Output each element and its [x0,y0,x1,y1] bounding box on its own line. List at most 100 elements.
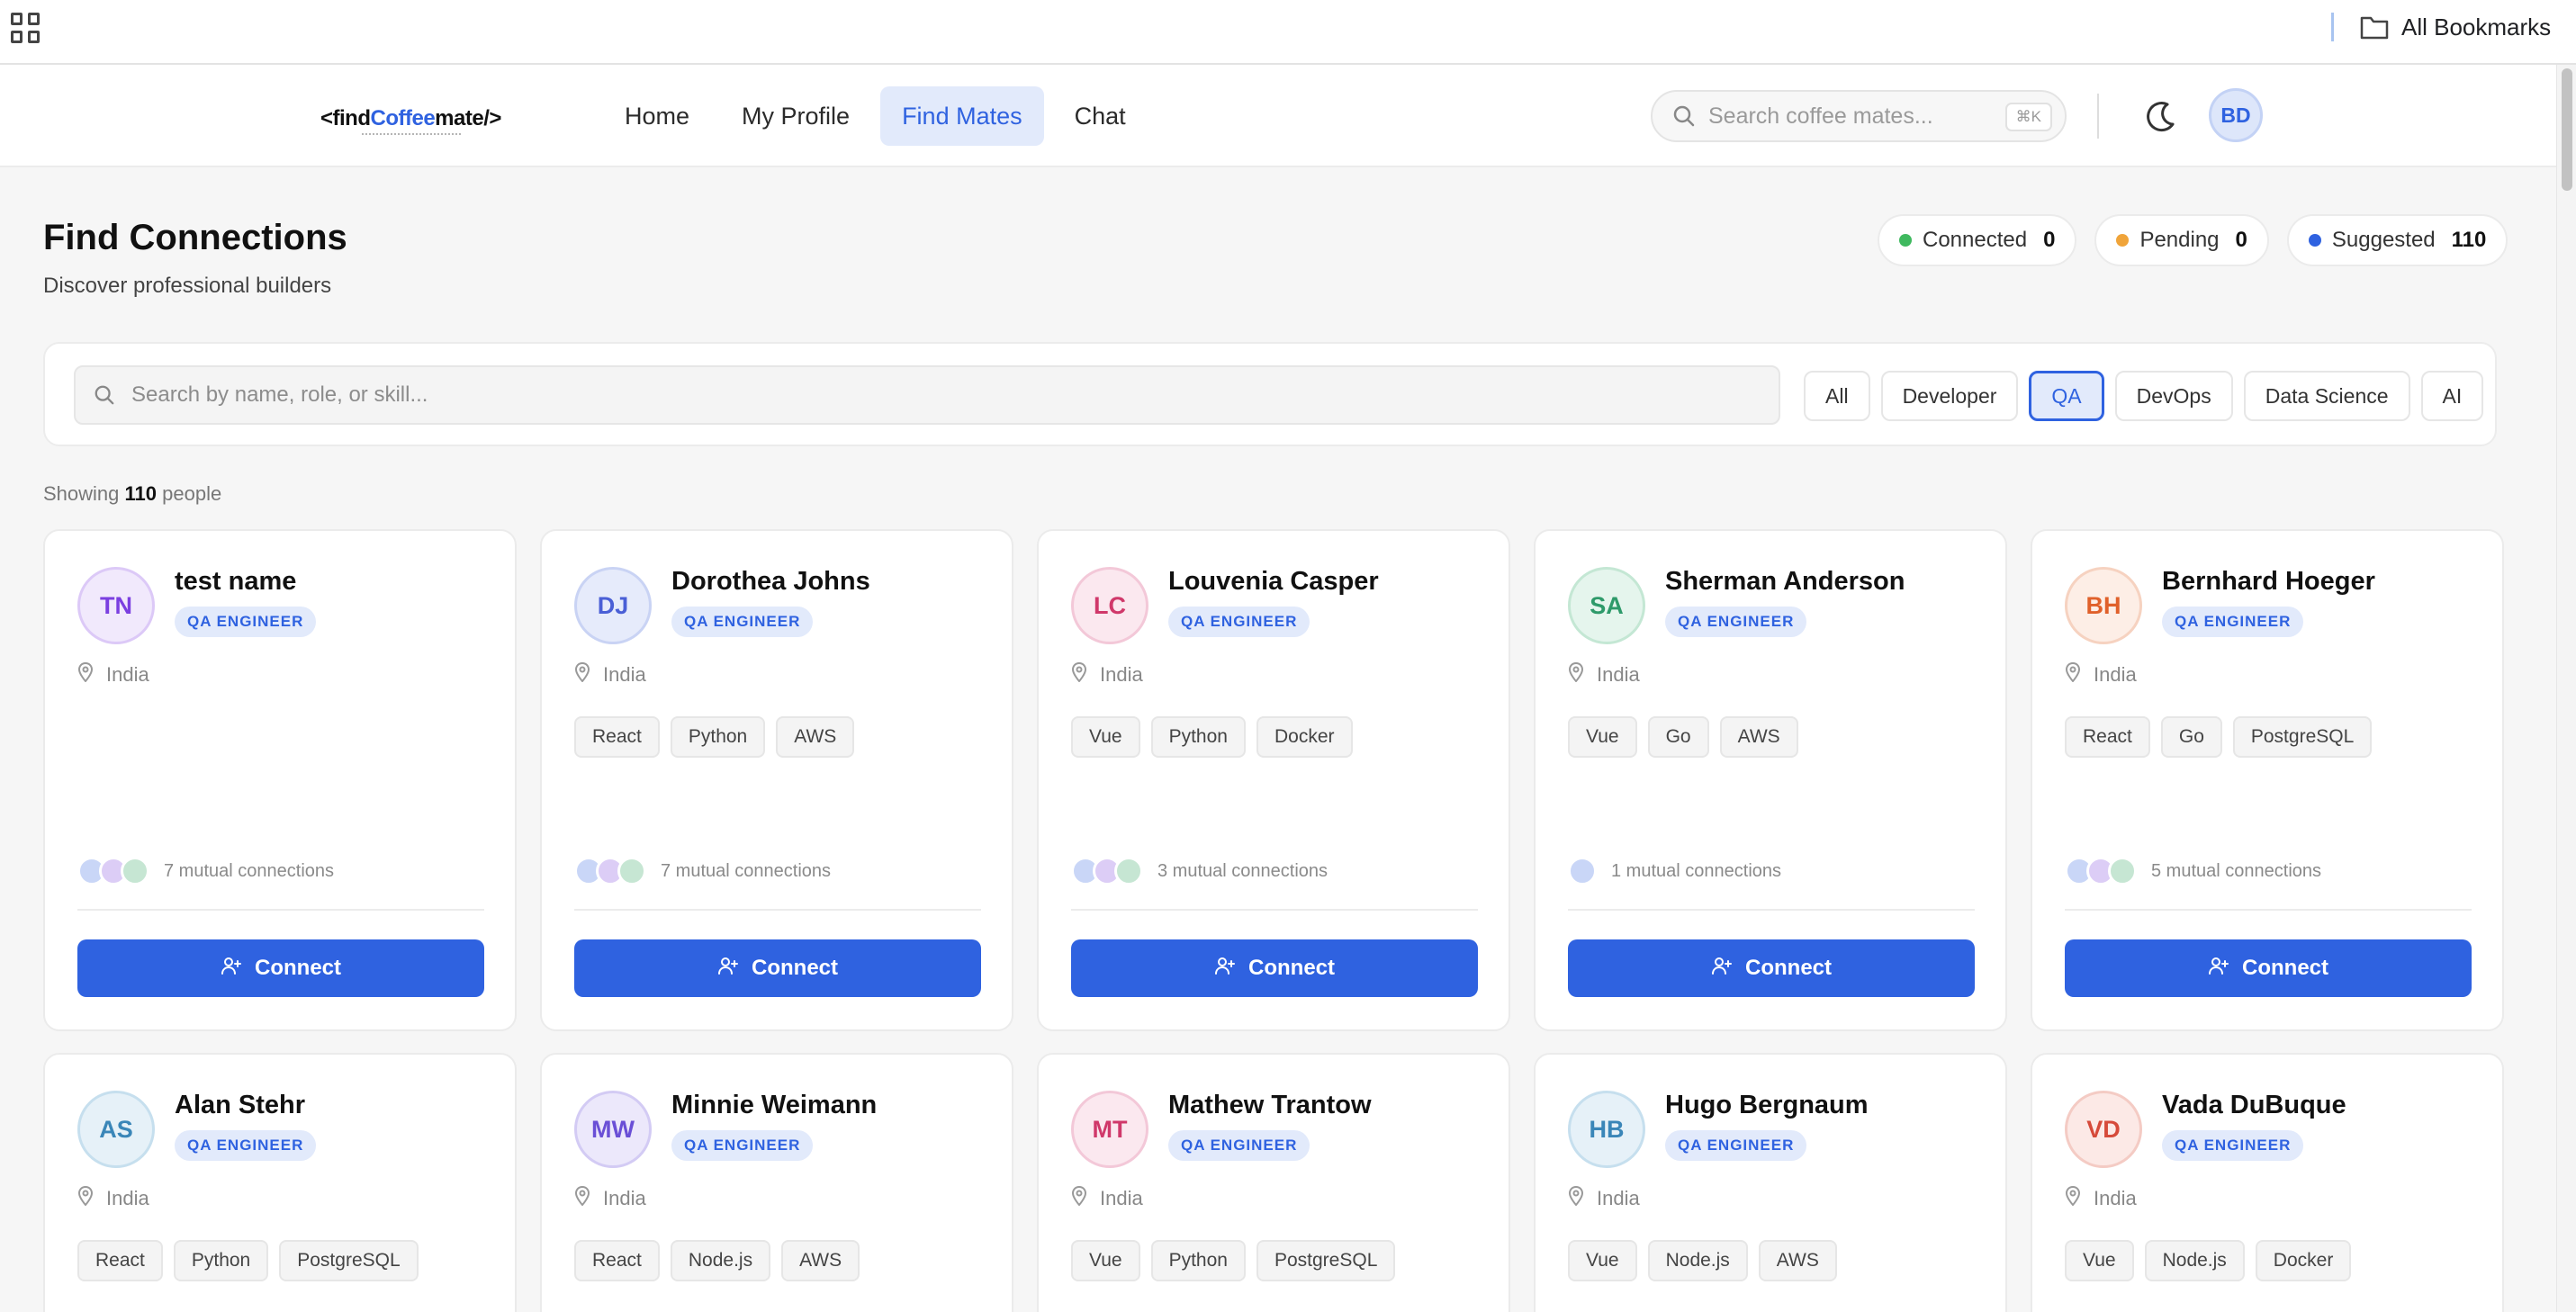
page-scrollbar[interactable] [2556,65,2576,1312]
person-name[interactable]: Louvenia Casper [1168,567,1379,597]
person-avatar[interactable]: DJ [574,567,652,644]
mutual-count-text: 3 mutual connections [1157,860,1329,881]
stat-suggested: Suggested 110 [2286,214,2508,266]
connect-label: Connect [752,956,838,980]
person-location: India [1568,1185,1640,1211]
logo-accent: Coffee [370,106,436,130]
apps-grid-icon[interactable] [11,13,41,43]
connect-label: Connect [1745,956,1832,980]
people-search-input[interactable]: Search by name, role, or skill... [74,365,1780,425]
person-avatar[interactable]: VD [2065,1091,2142,1168]
card-divider [2065,909,2472,911]
user-plus-icon [717,955,739,983]
filter-chip-data-science[interactable]: Data Science [2243,371,2410,421]
page-subtitle: Discover professional builders [43,274,332,298]
moon-icon[interactable] [2142,97,2180,135]
app-header: <findCoffeemate/> Home My Profile Find Mat… [0,65,2556,167]
user-plus-icon [221,955,242,983]
filter-chip-devops[interactable]: DevOps [2114,371,2233,421]
mutual-connections[interactable]: 1 mutual connections [1568,857,1781,885]
mutual-connections[interactable]: 3 mutual connections [1071,857,1328,885]
results-prefix: Showing [43,482,120,505]
skill-tag: Python [173,1240,269,1281]
person-name[interactable]: test name [175,567,296,597]
filter-panel: Search by name, role, or skill... All Dev… [43,342,2497,446]
person-name[interactable]: Vada DuBuque [2162,1091,2346,1120]
person-avatar[interactable]: LC [1071,567,1148,644]
connect-button[interactable]: Connect [2065,939,2472,997]
skill-tag: PostgreSQL [1256,1240,1396,1281]
mutual-avatar [121,857,149,885]
person-name[interactable]: Sherman Anderson [1665,567,1905,597]
skill-tag: PostgreSQL [279,1240,419,1281]
filter-chip-qa[interactable]: QA [2029,371,2104,421]
connect-button[interactable]: Connect [1071,939,1478,997]
skill-tags: Vue Node.js AWS [1568,1240,1837,1281]
scrollbar-thumb[interactable] [2562,68,2572,191]
skill-tag: AWS [1719,716,1798,758]
filter-chip-all[interactable]: All [1804,371,1870,421]
person-avatar[interactable]: TN [77,567,155,644]
mutual-avatar [2108,857,2137,885]
person-name[interactable]: Minnie Weimann [671,1091,877,1120]
user-plus-icon [1711,955,1733,983]
status-dot [1899,234,1912,247]
filter-chip-developer[interactable]: Developer [1880,371,2019,421]
mutual-avatars [77,857,149,885]
skill-tag: Vue [2065,1240,2134,1281]
results-suffix: people [162,482,222,505]
person-avatar[interactable]: BH [2065,567,2142,644]
location-text: India [2094,1187,2137,1209]
person-location: India [574,661,646,687]
person-avatar[interactable]: MT [1071,1091,1148,1168]
nav-chat[interactable]: Chat [1053,86,1148,146]
location-pin-icon [2065,661,2081,687]
mutual-connections[interactable]: 5 mutual connections [2065,857,2321,885]
person-name[interactable]: Alan Stehr [175,1091,305,1120]
user-avatar[interactable]: BD [2209,88,2263,142]
person-avatar[interactable]: AS [77,1091,155,1168]
skill-tag: Docker [2255,1240,2352,1281]
header-divider [2097,94,2099,139]
header-search-input[interactable]: Search coffee mates... ⌘K [1651,90,2067,142]
skill-tag: Go [2160,716,2222,758]
logo-tagline [362,133,461,136]
person-avatar[interactable]: SA [1568,567,1645,644]
person-avatar[interactable]: MW [574,1091,652,1168]
person-name[interactable]: Hugo Bergnaum [1665,1091,1869,1120]
skill-tag: Node.js [670,1240,771,1281]
person-location: India [77,1185,149,1211]
connect-button[interactable]: Connect [1568,939,1975,997]
nav-my-profile[interactable]: My Profile [720,86,871,146]
location-pin-icon [77,661,94,687]
location-text: India [1597,663,1640,686]
person-name[interactable]: Bernhard Hoeger [2162,567,2375,597]
skill-tag: PostgreSQL [2232,716,2373,758]
role-badge: QA ENGINEER [1665,607,1807,637]
card-divider [1568,909,1975,911]
filter-chip-ai[interactable]: AI [2420,371,2484,421]
location-text: India [1100,663,1143,686]
connect-button[interactable]: Connect [77,939,484,997]
role-badge: QA ENGINEER [175,607,317,637]
connect-button[interactable]: Connect [574,939,981,997]
site-logo[interactable]: <findCoffeemate/> [320,106,501,135]
person-name[interactable]: Mathew Trantow [1168,1091,1372,1120]
nav-find-mates[interactable]: Find Mates [880,86,1044,146]
person-card: VD Vada DuBuque QA ENGINEER India Vue Node.js… [2031,1053,2504,1312]
card-divider [1071,909,1478,911]
role-badge: QA ENGINEER [175,1130,317,1161]
nav-home[interactable]: Home [603,86,711,146]
skill-tags: React Node.js AWS [574,1240,860,1281]
person-location: India [574,1185,646,1211]
person-avatar[interactable]: HB [1568,1091,1645,1168]
person-card: AS Alan Stehr QA ENGINEER India React Python P… [43,1053,517,1312]
mutual-connections[interactable]: 7 mutual connections [77,857,334,885]
person-location: India [1071,661,1143,687]
mutual-connections[interactable]: 7 mutual connections [574,857,831,885]
all-bookmarks-button[interactable]: All Bookmarks [2360,11,2551,43]
person-location: India [1071,1185,1143,1211]
location-text: India [106,663,149,686]
status-dot [2116,234,2130,247]
person-name[interactable]: Dorothea Johns [671,567,870,597]
